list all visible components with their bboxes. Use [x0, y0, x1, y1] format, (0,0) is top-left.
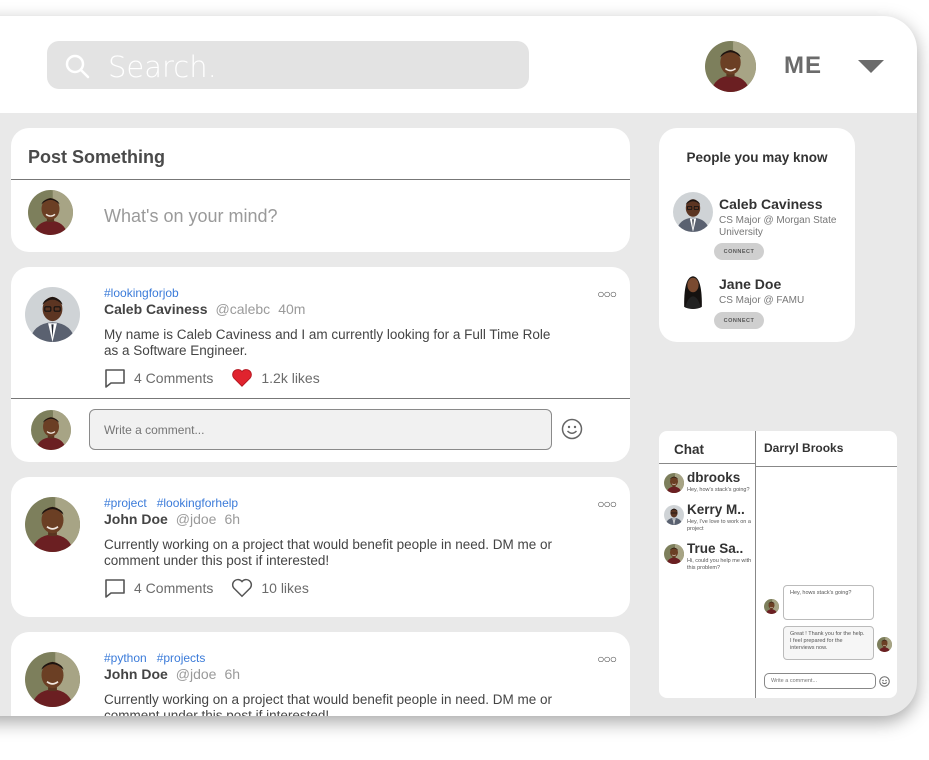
connect-button[interactable]: CONNECT — [714, 312, 764, 329]
post-card: #project #lookingforhelp John Doe @jdoe 6h … — [11, 477, 630, 617]
divider — [756, 466, 897, 467]
more-options-icon[interactable]: ○○○ — [597, 287, 617, 301]
comments-count[interactable]: 4 Comments — [134, 580, 213, 596]
avatar — [664, 544, 684, 564]
hashtag-link[interactable]: #lookingforhelp — [157, 496, 238, 510]
avatar[interactable] — [673, 192, 713, 232]
avatar — [664, 505, 684, 525]
emoji-icon[interactable] — [561, 418, 583, 440]
chat-contact[interactable]: dbrooks Hey, how's stack's going? — [664, 470, 754, 500]
comment-icon[interactable] — [104, 367, 126, 389]
contact-name: Kerry M.. — [687, 502, 745, 517]
post-tags: #python #projects — [104, 651, 215, 665]
avatar[interactable] — [25, 287, 80, 342]
author-handle[interactable]: @jdoe — [176, 666, 217, 682]
chevron-down-icon[interactable] — [858, 60, 884, 73]
post-tags: #lookingforjob — [104, 286, 189, 300]
author-name[interactable]: Caleb Caviness — [104, 301, 208, 317]
emoji-icon[interactable] — [879, 676, 890, 687]
divider — [11, 398, 630, 399]
post-card: #lookingforjob Caleb Caviness @calebc 40m … — [11, 267, 630, 462]
post-body: Currently working on a project that woul… — [104, 692, 552, 716]
more-options-icon[interactable]: ○○○ — [597, 652, 617, 666]
author-name[interactable]: John Doe — [104, 666, 168, 682]
comments-count[interactable]: 4 Comments — [134, 370, 213, 386]
author-name[interactable]: John Doe — [104, 511, 168, 527]
hashtag-link[interactable]: #lookingforjob — [104, 286, 179, 300]
post-time: 40m — [278, 301, 306, 317]
search-bar[interactable]: Search. — [47, 41, 529, 89]
comment-input[interactable] — [89, 409, 552, 450]
avatar — [877, 637, 892, 652]
contact-name: dbrooks — [687, 470, 741, 485]
message-bubble-received: Hey, hows stack's going? — [783, 585, 874, 620]
post-author: John Doe @jdoe 6h — [104, 666, 240, 682]
heart-outline-icon[interactable] — [231, 577, 253, 599]
composer-title: Post Something — [28, 147, 166, 167]
divider — [11, 179, 630, 180]
avatar[interactable] — [25, 497, 80, 552]
author-handle[interactable]: @jdoe — [176, 511, 217, 527]
post-time: 6h — [224, 511, 241, 527]
likes-count: 1.2k likes — [261, 370, 320, 386]
message-bubble-sent: Great ! Thank you for the help. I feel p… — [783, 626, 874, 660]
app-window: Search. ME Post Something What's on your… — [0, 16, 917, 716]
avatar[interactable] — [673, 269, 713, 309]
connect-button[interactable]: CONNECT — [714, 243, 764, 260]
contact-name: True Sa.. — [687, 541, 744, 556]
chat-partner-name: Darryl Brooks — [764, 441, 844, 455]
post-author: Caleb Caviness @calebc 40m — [104, 301, 305, 317]
author-handle[interactable]: @calebc — [216, 301, 271, 317]
post-body: My name is Caleb Caviness and I am curre… — [104, 327, 551, 358]
comment-icon[interactable] — [104, 577, 126, 599]
heart-filled-icon[interactable] — [231, 367, 253, 389]
chat-title: Chat — [674, 442, 704, 457]
pymk-title: People you may know — [686, 150, 828, 165]
post-author: John Doe @jdoe 6h — [104, 511, 240, 527]
search-placeholder: Search. — [108, 50, 217, 84]
avatar — [664, 473, 684, 493]
people-you-may-know: People you may know Caleb Caviness CS Ma… — [659, 128, 855, 342]
avatar — [31, 410, 71, 450]
person-name[interactable]: Caleb Caviness — [719, 196, 823, 212]
post-card: #python #projects John Doe @jdoe 6h ○○○ Cur… — [11, 632, 630, 716]
divider — [755, 431, 756, 698]
post-time: 6h — [224, 666, 241, 682]
post-actions: 4 Comments 1.2k likes — [104, 367, 338, 389]
profile-avatar[interactable] — [705, 41, 756, 92]
likes-count: 10 likes — [261, 580, 309, 596]
top-bar: Search. ME — [0, 16, 917, 113]
post-body: Currently working on a project that woul… — [104, 537, 552, 568]
chat-message-input[interactable] — [764, 673, 876, 689]
post-composer: Post Something What's on your mind? — [11, 128, 630, 252]
divider — [659, 463, 755, 464]
contact-preview: Hey, I've love to work on a project — [687, 519, 751, 532]
contact-preview: Hi, could you help me with this problem? — [687, 558, 752, 571]
hashtag-link[interactable]: #python — [104, 651, 147, 665]
hashtag-link[interactable]: #project — [104, 496, 147, 510]
avatar — [28, 190, 73, 235]
contact-preview: Hey, how's stack's going? — [687, 487, 750, 493]
more-options-icon[interactable]: ○○○ — [597, 497, 617, 511]
hashtag-link[interactable]: #projects — [157, 651, 206, 665]
post-actions: 4 Comments 10 likes — [104, 577, 327, 599]
avatar — [764, 599, 779, 614]
chat-panel: Chat Darryl Brooks dbrooks Hey, how's st… — [659, 431, 897, 698]
chat-contact[interactable]: True Sa.. Hi, could you help me with thi… — [664, 541, 754, 571]
person-subtitle: CS Major @ FAMU — [719, 295, 805, 306]
profile-label[interactable]: ME — [784, 52, 822, 80]
post-tags: #project #lookingforhelp — [104, 496, 248, 510]
person-subtitle: CS Major @ Morgan State University — [719, 215, 837, 238]
person-name[interactable]: Jane Doe — [719, 276, 781, 292]
avatar[interactable] — [25, 652, 80, 707]
search-icon — [65, 53, 91, 79]
chat-contact[interactable]: Kerry M.. Hey, I've love to work on a pr… — [664, 502, 754, 532]
composer-input[interactable]: What's on your mind? — [104, 206, 278, 227]
